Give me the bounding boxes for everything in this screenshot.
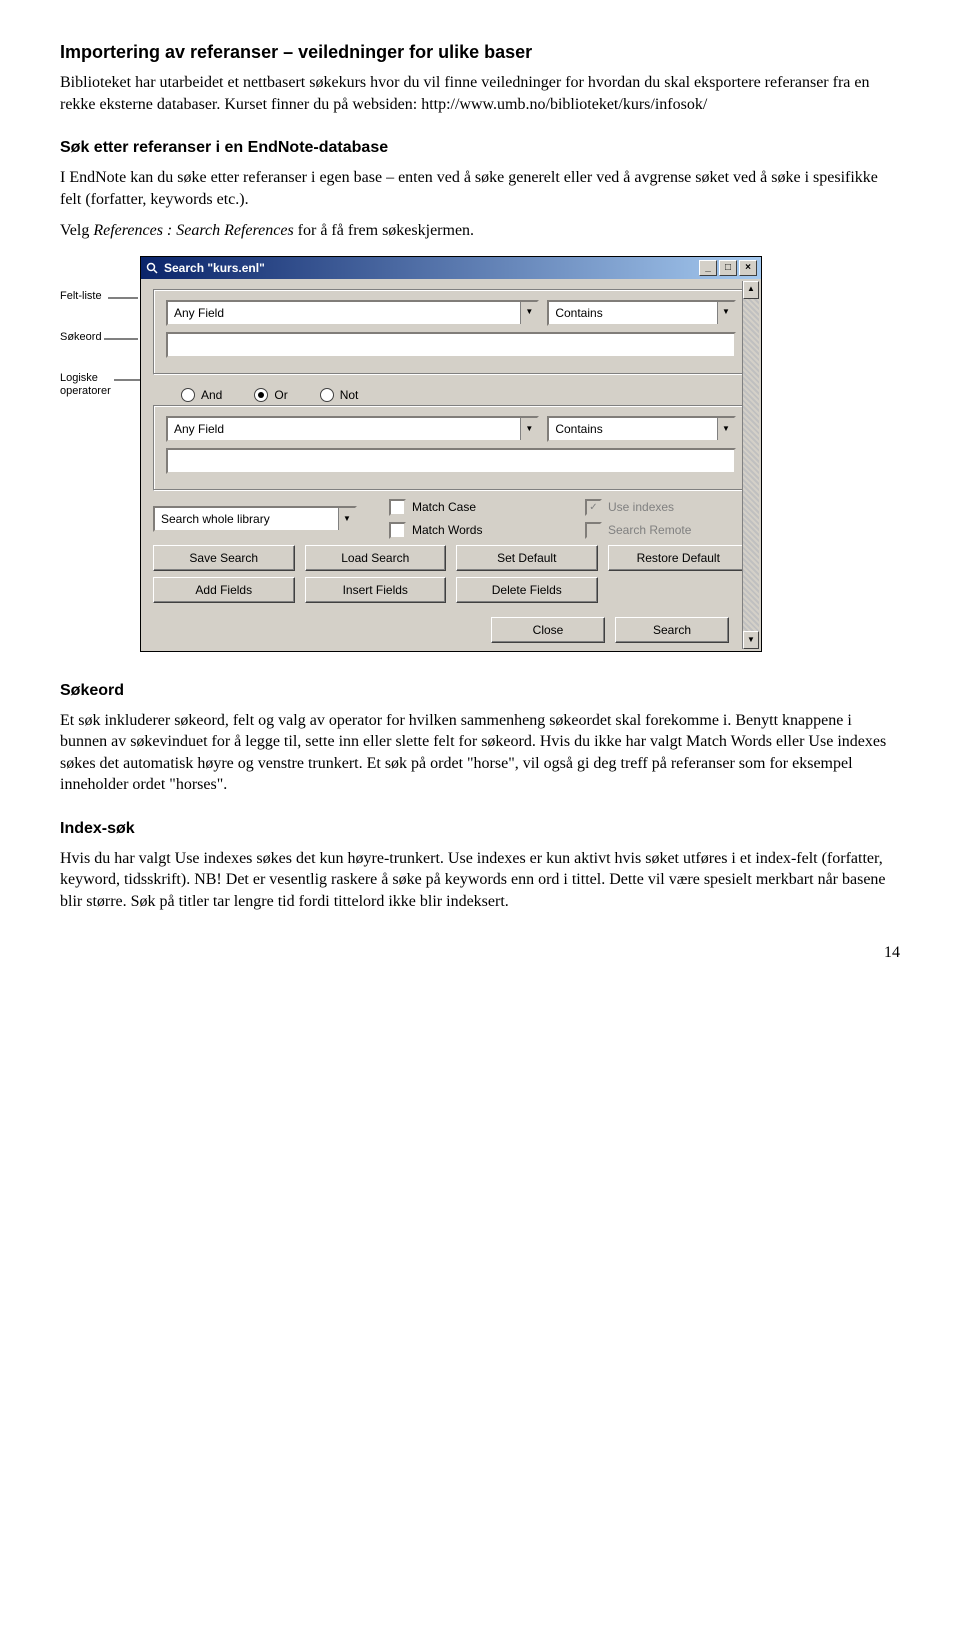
criteria-group-1: Any Field ▼ Contains ▼: [153, 289, 749, 375]
set-default-button[interactable]: Set Default: [456, 545, 598, 571]
criteria-group-2: Any Field ▼ Contains ▼: [153, 405, 749, 491]
checkbox-box: [389, 522, 406, 539]
heading-sokeord: Søkeord: [60, 680, 900, 702]
logic-operator-row: And Or Not: [153, 383, 749, 405]
callout-text: Søkeord: [60, 331, 102, 343]
search-term-input-2[interactable]: [166, 448, 736, 474]
load-search-button[interactable]: Load Search: [305, 545, 447, 571]
restore-default-button[interactable]: Restore Default: [608, 545, 750, 571]
scroll-up-icon[interactable]: ▲: [743, 281, 759, 299]
arrow-line: [108, 294, 138, 302]
chevron-down-icon[interactable]: ▼: [717, 302, 734, 324]
radio-not[interactable]: Not: [320, 387, 359, 403]
menu-path: References : Search References: [93, 222, 293, 239]
window-title: Search "kurs.enl": [164, 260, 265, 276]
para-index: Hvis du har valgt Use indexes søkes det …: [60, 848, 900, 913]
window-titlebar[interactable]: Search "kurs.enl" _ □ ×: [141, 257, 761, 279]
para-search-db: I EndNote kan du søke etter referanser i…: [60, 167, 900, 210]
scroll-track[interactable]: [743, 299, 759, 631]
checkbox-use-indexes: ✓ Use indexes: [585, 499, 749, 516]
checkbox-label: Use indexes: [608, 499, 674, 515]
radio-label: And: [201, 387, 222, 403]
combo-value: Any Field: [168, 305, 520, 321]
search-term-input-1[interactable]: [166, 332, 736, 358]
radio-and[interactable]: And: [181, 387, 222, 403]
callout-text: Logiske operatorer: [60, 372, 111, 397]
insert-fields-button[interactable]: Insert Fields: [305, 577, 447, 603]
text-fragment: Velg: [60, 222, 93, 239]
minimize-button[interactable]: _: [699, 260, 717, 276]
heading-index: Index-søk: [60, 818, 900, 840]
combo-value: Contains: [549, 421, 717, 437]
chevron-down-icon[interactable]: ▼: [717, 418, 734, 440]
combo-value: Contains: [549, 305, 717, 321]
bottom-button-row: Close Search: [153, 617, 749, 643]
search-window: Search "kurs.enl" _ □ × Any Field ▼ Cont…: [140, 256, 762, 652]
close-window-button[interactable]: ×: [739, 260, 757, 276]
field-combo-2[interactable]: Any Field ▼: [166, 416, 539, 442]
chevron-down-icon[interactable]: ▼: [520, 418, 537, 440]
checkbox-label: Match Case: [412, 499, 476, 515]
checkbox-box: [585, 522, 602, 539]
operator-combo-2[interactable]: Contains ▼: [547, 416, 736, 442]
checkbox-match-words[interactable]: Match Words: [389, 522, 553, 539]
radio-or[interactable]: Or: [254, 387, 287, 403]
checkbox-box: [389, 499, 406, 516]
para-import: Biblioteket har utarbeidet et nettbasert…: [60, 72, 900, 115]
radio-label: Or: [274, 387, 287, 403]
radio-dot: [320, 388, 334, 402]
screenshot-region: Felt-liste Søkeord Logiske operatorer Se…: [60, 256, 900, 652]
chevron-down-icon[interactable]: ▼: [520, 302, 537, 324]
vertical-scrollbar[interactable]: ▲ ▼: [742, 281, 759, 649]
text-fragment: for å få frem søkeskjermen.: [294, 222, 474, 239]
heading-import: Importering av referanser – veiledninger…: [60, 40, 900, 64]
window-client-area: Any Field ▼ Contains ▼ And Or Not: [141, 279, 761, 651]
heading-search-db: Søk etter referanser i en EndNote-databa…: [60, 137, 900, 159]
button-row-2: Add Fields Insert Fields Delete Fields: [153, 577, 749, 603]
search-icon: [145, 261, 159, 275]
callout-labels: Felt-liste Søkeord Logiske operatorer: [60, 256, 140, 427]
close-button[interactable]: Close: [491, 617, 605, 643]
delete-fields-button[interactable]: Delete Fields: [456, 577, 598, 603]
callout-sokeord: Søkeord: [60, 331, 140, 344]
para-sokeord: Et søk inkluderer søkeord, felt og valg …: [60, 710, 900, 796]
operator-combo-1[interactable]: Contains ▼: [547, 300, 736, 326]
callout-logiske: Logiske operatorer: [60, 372, 140, 398]
chevron-down-icon[interactable]: ▼: [338, 508, 355, 530]
field-combo-1[interactable]: Any Field ▼: [166, 300, 539, 326]
checkbox-label: Match Words: [412, 522, 482, 538]
checkbox-label: Search Remote: [608, 522, 691, 538]
add-fields-button[interactable]: Add Fields: [153, 577, 295, 603]
page-number: 14: [60, 942, 900, 964]
radio-label: Not: [340, 387, 359, 403]
checkbox-box: ✓: [585, 499, 602, 516]
callout-feltliste: Felt-liste: [60, 290, 140, 303]
radio-dot: [254, 388, 268, 402]
scroll-down-icon[interactable]: ▼: [743, 631, 759, 649]
scope-combo[interactable]: Search whole library ▼: [153, 506, 357, 532]
maximize-button[interactable]: □: [719, 260, 737, 276]
radio-dot: [181, 388, 195, 402]
combo-value: Any Field: [168, 421, 520, 437]
callout-text: Felt-liste: [60, 290, 102, 302]
arrow-line: [104, 335, 138, 343]
button-row-1: Save Search Load Search Set Default Rest…: [153, 545, 749, 571]
para-instruction: Velg References : Search References for …: [60, 220, 900, 242]
checkbox-search-remote: Search Remote: [585, 522, 749, 539]
options-row: Search whole library ▼ Match Case Match …: [153, 499, 749, 539]
save-search-button[interactable]: Save Search: [153, 545, 295, 571]
arrow-line: [114, 376, 140, 384]
search-button[interactable]: Search: [615, 617, 729, 643]
combo-value: Search whole library: [155, 511, 338, 527]
checkbox-match-case[interactable]: Match Case: [389, 499, 553, 516]
